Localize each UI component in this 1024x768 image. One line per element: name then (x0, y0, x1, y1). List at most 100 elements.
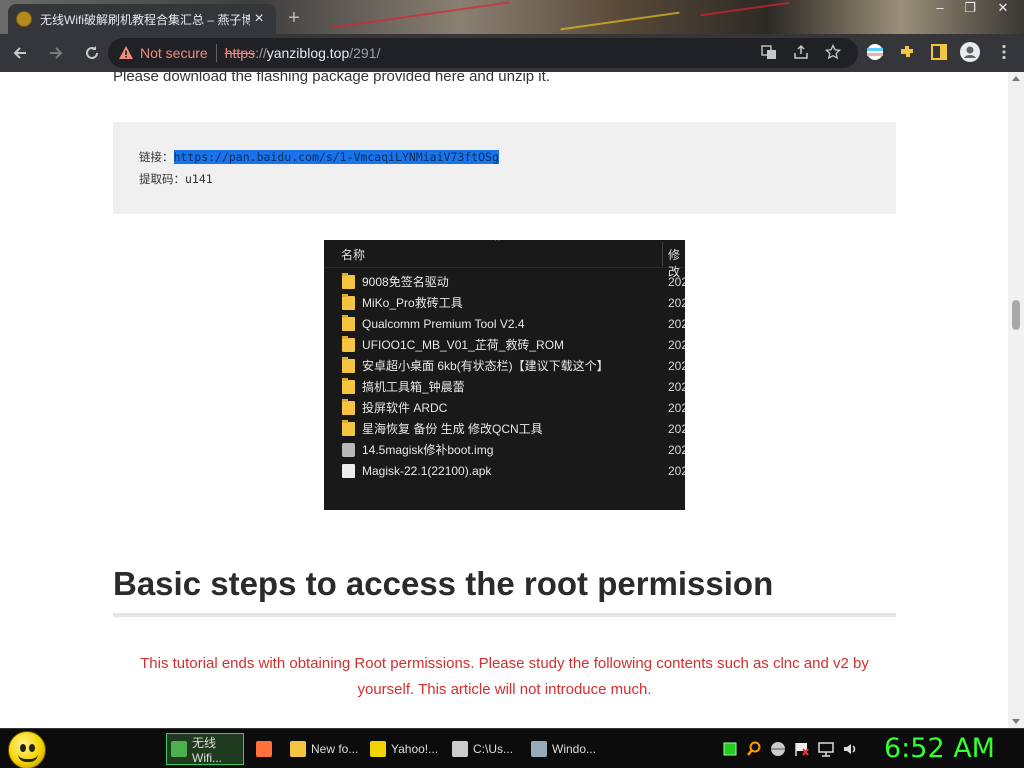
page-scrollbar[interactable] (1008, 72, 1024, 728)
back-button[interactable] (4, 37, 36, 69)
forward-arrow-icon (50, 47, 63, 59)
site-favicon-icon (16, 11, 32, 27)
explorer-file-name: MiKo_Pro救砖工具 (362, 296, 463, 310)
folder-icon (342, 293, 355, 310)
translate-icon[interactable] (760, 44, 778, 62)
file-explorer-screenshot: × 名称 修改 9008免签名驱动202MiKo_Pro救砖工具202Qualc… (324, 240, 685, 510)
explorer-row[interactable]: Magisk-22.1(22100).apk 202 (342, 460, 685, 481)
account-avatar-icon[interactable] (960, 42, 980, 62)
tray-network-icon[interactable] (818, 741, 834, 757)
code-line-link: 链接：https://pan.baidu.com/s/1-VmcaqiLYNMi… (139, 149, 499, 165)
explorer-file-date: 202 (668, 442, 685, 457)
share-icon[interactable] (792, 44, 810, 62)
notice-paragraph: This tutorial ends with obtaining Root p… (140, 655, 869, 698)
explorer-header: 名称 修改 (324, 240, 685, 279)
new-tab-button[interactable]: + (282, 7, 306, 30)
explorer-file-name: 安卓超小桌面 6kb(有状态栏)【建议下载这个】 (362, 359, 609, 373)
screen: 无线Wifi破解刷机教程合集汇总 – 燕子博客 × + – ❐ ✕ Not se… (0, 0, 1024, 768)
image-file-icon (342, 442, 355, 457)
taskbar-button[interactable] (252, 733, 282, 765)
taskbar-button[interactable]: C:\Us... (448, 733, 522, 765)
explorer-row[interactable]: 9008免签名驱动 202 (342, 271, 685, 292)
taskbar-button-label: 无线Wifi... (192, 735, 222, 765)
taskbar-button[interactable]: 无线Wifi... (166, 733, 244, 765)
extensions-puzzle-icon[interactable] (897, 43, 917, 63)
start-smiley-icon[interactable] (8, 731, 46, 768)
column-name-header: 名称 (341, 248, 366, 262)
folder-icon (342, 314, 355, 331)
heading-underline (113, 613, 896, 617)
side-panel-icon[interactable] (929, 43, 949, 63)
explorer-file-date: 202 (668, 295, 685, 310)
browser-tab-strip: 无线Wifi破解刷机教程合集汇总 – 燕子博客 × + – ❐ ✕ (0, 0, 1024, 34)
explorer-row[interactable]: 14.5magisk修补boot.img 202 (342, 439, 685, 460)
code-block: 链接：https://pan.baidu.com/s/1-VmcaqiLYNMi… (113, 122, 896, 214)
address-divider (215, 44, 217, 62)
taskbar-button-label: C:\Us... (473, 742, 514, 756)
firefox-icon (256, 741, 272, 757)
folder-icon (342, 419, 355, 436)
section-heading: Basic steps to access the root permissio… (113, 565, 774, 602)
url-separator: :// (255, 45, 267, 61)
reload-icon (86, 46, 98, 59)
scroll-down-icon[interactable] (1012, 719, 1020, 724)
tray-search-icon[interactable] (746, 741, 762, 757)
cmd-icon (452, 741, 468, 757)
maximize-button[interactable]: ❐ (955, 0, 985, 22)
taskbar: 无线Wifi... New fo... Yahoo!... C:\Us... Windo… (0, 728, 1024, 768)
minimize-button[interactable]: – (925, 0, 955, 22)
active-tab[interactable]: 无线Wifi破解刷机教程合集汇总 – 燕子博客 × (8, 4, 276, 34)
explorer-file-date: 202 (668, 358, 685, 373)
explorer-file-name: 搞机工具箱_钟晨蕾 (362, 380, 465, 394)
security-status[interactable]: Not secure (140, 45, 208, 61)
tab-close-icon[interactable]: × (250, 10, 268, 28)
window-icon (531, 741, 547, 757)
menu-kebab-icon[interactable] (994, 43, 1014, 63)
code-line-extraction: 提取码：u141 (139, 172, 213, 186)
tray-flag-icon[interactable] (794, 741, 810, 757)
reload-button[interactable] (76, 37, 108, 69)
url-scheme: https (224, 45, 256, 61)
tab-title: 无线Wifi破解刷机教程合集汇总 – 燕子博客 (40, 12, 250, 27)
warning-icon (119, 46, 133, 59)
baidu-pan-link[interactable]: https://pan.baidu.com/s/1-VmcaqiLYNMiaiV… (174, 150, 499, 164)
tray-globe-icon[interactable] (770, 741, 786, 757)
explorer-file-name: Qualcomm Premium Tool V2.4 (362, 316, 525, 331)
explorer-row[interactable]: 安卓超小桌面 6kb(有状态栏)【建议下载这个】 202 (342, 355, 685, 376)
taskbar-clock[interactable]: 6:52 AM (884, 733, 995, 764)
explorer-file-name: 投屏软件 ARDC (362, 401, 448, 415)
browser-toolbar: Not secure https://yanziblog.top/291/ (0, 34, 1024, 72)
file-icon (342, 463, 355, 478)
taskbar-button[interactable]: New fo... (286, 733, 362, 765)
chrome-icon (171, 741, 187, 757)
back-arrow-icon (13, 47, 26, 59)
folder-icon (290, 741, 306, 757)
page-content: Please download the flashing package pro… (0, 72, 1008, 728)
explorer-row[interactable]: 星海恢复 备份 生成 修改QCN工具 202 (342, 418, 685, 439)
yahoo-icon (370, 741, 386, 757)
intro-paragraph: Please download the flashing package pro… (113, 72, 550, 85)
explorer-row[interactable]: UFIOO1C_MB_V01_芷荷_救砖_ROM 202 (342, 334, 685, 355)
code-link-prefix: 链接： (139, 150, 174, 164)
explorer-row[interactable]: 搞机工具箱_钟晨蕾 202 (342, 376, 685, 397)
explorer-file-date: 202 (668, 337, 685, 352)
url-path: /291/ (349, 45, 381, 61)
tray-green-square-icon[interactable] (722, 741, 738, 757)
bookmark-star-icon[interactable] (824, 43, 842, 62)
tray-volume-icon[interactable] (842, 741, 858, 757)
explorer-file-date: 202 (668, 379, 685, 394)
close-window-button[interactable]: ✕ (988, 0, 1018, 22)
taskbar-button[interactable]: Windo... (527, 733, 603, 765)
explorer-file-name: UFIOO1C_MB_V01_芷荷_救砖_ROM (362, 338, 565, 352)
explorer-file-name: 星海恢复 备份 生成 修改QCN工具 (362, 422, 543, 436)
profile-badge-icon[interactable] (865, 43, 885, 63)
forward-button[interactable] (40, 37, 72, 69)
explorer-file-name: Magisk-22.1(22100).apk (362, 463, 492, 478)
address-bar[interactable]: Not secure https://yanziblog.top/291/ (108, 38, 858, 68)
explorer-row[interactable]: Qualcomm Premium Tool V2.4 202 (342, 313, 685, 334)
scroll-up-icon[interactable] (1012, 76, 1020, 81)
explorer-row[interactable]: MiKo_Pro救砖工具 202 (342, 292, 685, 313)
scroll-thumb[interactable] (1012, 300, 1020, 330)
taskbar-button[interactable]: Yahoo!... (366, 733, 442, 765)
explorer-row[interactable]: 投屏软件 ARDC 202 (342, 397, 685, 418)
